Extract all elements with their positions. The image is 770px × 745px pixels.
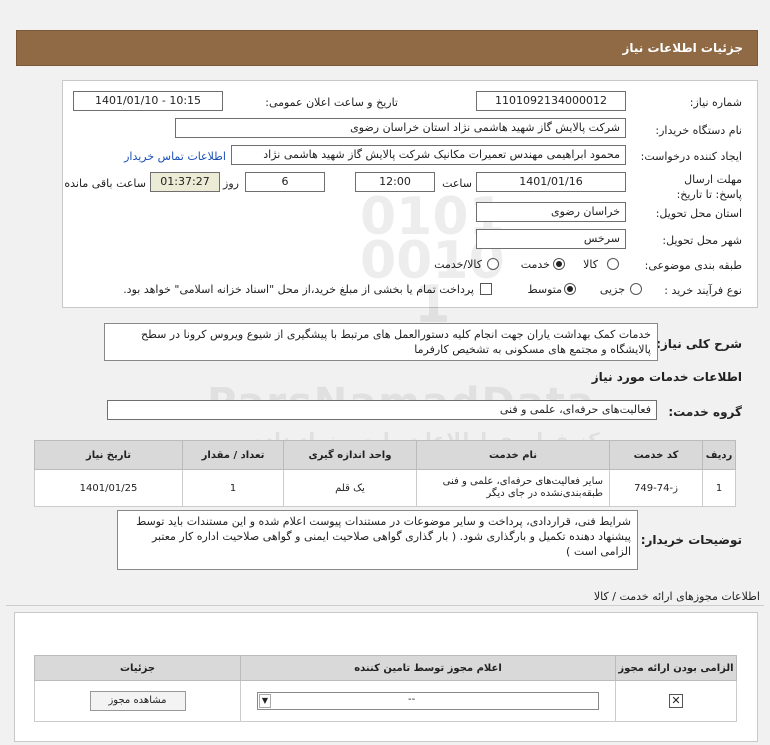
- contact-buyer-link[interactable]: اطلاعات تماس خریدار: [124, 150, 226, 163]
- deadline-date-field: 1401/01/16: [476, 172, 626, 192]
- col-permit-required: الزامی بودن ارائه مجوز: [615, 655, 737, 681]
- items-table: ردیف کد خدمت نام خدمت واحد اندازه گیری ت…: [34, 440, 736, 507]
- col-qty: تعداد / مقدار: [182, 440, 284, 470]
- province-field: خراسان رضوی: [476, 202, 626, 222]
- remaining-label: ساعت باقی مانده: [64, 177, 146, 190]
- permit-select-value: --: [408, 694, 416, 705]
- announce-datetime-value: 1401/01/10 - 10:15: [94, 94, 202, 107]
- permits-divider: [6, 605, 764, 606]
- buyer-org-label: نام دستگاه خریدار:: [655, 124, 742, 137]
- page-title: جزئیات اطلاعات نیاز: [622, 41, 743, 55]
- col-name: نام خدمت: [416, 440, 610, 470]
- buyer-org-field: شرکت پالایش گاز شهید هاشمی نژاد استان خر…: [175, 118, 626, 138]
- general-desc-label: شرح کلی نیاز:: [656, 337, 742, 351]
- category-goods-label: کالا: [583, 258, 598, 271]
- category-service-radio[interactable]: [553, 258, 565, 270]
- category-goods-service-radio[interactable]: [487, 258, 499, 270]
- service-group-label: گروه خدمت:: [668, 405, 742, 419]
- process-type-label: نوع فرآیند خرید :: [664, 284, 742, 297]
- col-unit: واحد اندازه گیری: [283, 440, 417, 470]
- need-number-field: 1101092134000012: [476, 91, 626, 111]
- cell-permit-declare: -- ▼: [240, 680, 616, 722]
- time-label: ساعت: [442, 177, 472, 190]
- buyer-notes-label: توضیحات خریدار:: [640, 533, 742, 547]
- process-minor-label: جزیی: [599, 283, 625, 296]
- view-permit-button[interactable]: مشاهده مجوز: [89, 691, 186, 711]
- requester-label: ایجاد کننده درخواست:: [640, 150, 742, 163]
- page-header: جزئیات اطلاعات نیاز: [16, 30, 758, 66]
- announce-datetime-label: تاریخ و ساعت اعلان عمومی:: [265, 96, 398, 109]
- col-code: کد خدمت: [609, 440, 703, 470]
- cell-row: 1: [702, 469, 736, 507]
- col-date: تاریخ نیاز: [34, 440, 183, 470]
- col-row: ردیف: [702, 440, 736, 470]
- process-medium-label: متوسط: [527, 283, 562, 296]
- category-goods-radio[interactable]: [607, 258, 619, 270]
- deadline-label: مهلت ارسال پاسخ: تا تاریخ:: [662, 172, 742, 202]
- cell-code: ز-74-749: [609, 469, 703, 507]
- days-field: 6: [245, 172, 325, 192]
- col-permit-details: جزئیات: [34, 655, 241, 681]
- cell-permit-details: مشاهده مجوز: [34, 680, 241, 722]
- table-row: ✕ -- ▼ مشاهده مجوز: [34, 680, 737, 722]
- need-info-panel: [62, 80, 758, 308]
- cell-date: 1401/01/25: [34, 469, 183, 507]
- services-info-title: اطلاعات خدمات مورد نیاز: [591, 370, 742, 384]
- need-number-label: شماره نیاز:: [689, 96, 742, 109]
- announce-datetime-field: 1401/01/10 - 10:15: [73, 91, 223, 111]
- category-goods-service-label: کالا/خدمت: [434, 258, 482, 271]
- city-field: سرخس: [476, 229, 626, 249]
- general-desc-box: خدمات کمک بهداشت یاران جهت انجام کلیه دس…: [104, 323, 658, 361]
- treasury-payment-note: پرداخت تمام یا بخشی از مبلغ خرید،از محل …: [123, 283, 474, 296]
- remaining-time-field: 01:37:27: [150, 172, 220, 192]
- permits-table: الزامی بودن ارائه مجوز اعلام مجوز توسط ت…: [34, 655, 737, 722]
- province-label: استان محل تحویل:: [655, 207, 742, 220]
- permits-info-title: اطلاعات مجوزهای ارائه خدمت / کالا: [593, 590, 760, 603]
- process-medium-radio[interactable]: [564, 283, 576, 295]
- deadline-label-text: مهلت ارسال پاسخ: تا تاریخ:: [676, 173, 742, 201]
- treasury-payment-checkbox[interactable]: [480, 283, 492, 295]
- category-label: طبقه بندی موضوعی:: [644, 259, 742, 272]
- service-group-field: فعالیت‌های حرفه‌ای، علمی و فنی: [107, 400, 657, 420]
- chevron-down-icon: ▼: [259, 694, 271, 708]
- buyer-notes-box: شرایط فنی، قراردادی، پرداخت و سایر موضوع…: [117, 510, 638, 570]
- permit-required-checkbox[interactable]: ✕: [669, 694, 683, 708]
- permit-select[interactable]: -- ▼: [257, 692, 599, 710]
- cell-unit: یک قلم: [283, 469, 417, 507]
- cell-qty: 1: [182, 469, 284, 507]
- process-minor-radio[interactable]: [630, 283, 642, 295]
- requester-field: محمود ابراهیمی مهندس تعمیرات مکانیک شرکت…: [231, 145, 626, 165]
- cell-permit-required: ✕: [615, 680, 737, 722]
- table-row: 1 ز-74-749 سایر فعالیت‌های حرفه‌ای، علمی…: [34, 469, 736, 507]
- col-permit-declare: اعلام مجوز توسط تامین کننده: [240, 655, 616, 681]
- cell-name: سایر فعالیت‌های حرفه‌ای، علمی و فنی طبقه…: [416, 469, 610, 507]
- category-service-label: خدمت: [520, 258, 550, 271]
- city-label: شهر محل تحویل:: [662, 234, 742, 247]
- deadline-time-field: 12:00: [355, 172, 435, 192]
